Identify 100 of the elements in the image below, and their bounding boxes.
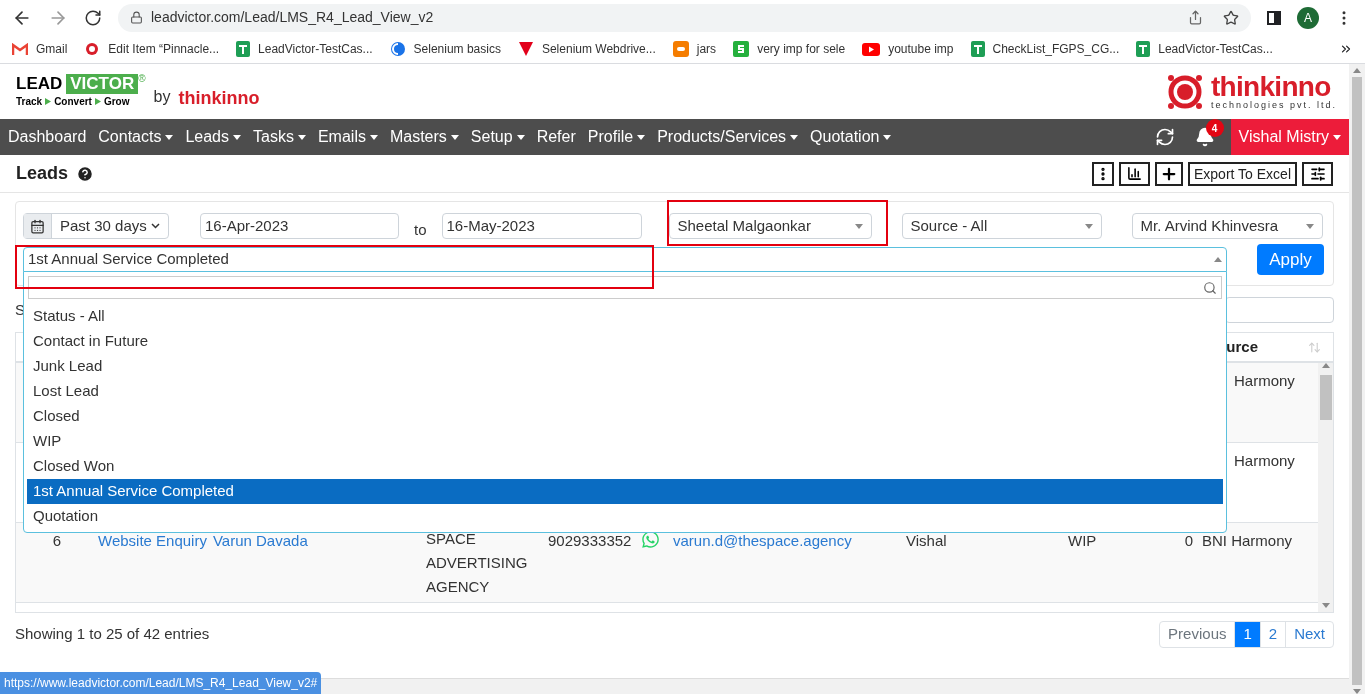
chart-button[interactable] [1119, 161, 1150, 186]
site-icon [733, 41, 750, 57]
status-select[interactable]: 1st Annual Service Completed [23, 247, 1227, 272]
bookmark[interactable]: LeadVictor-TestCas... [236, 40, 373, 58]
bookmark[interactable]: Selenium Webdrive... [517, 40, 656, 58]
sliders-icon [1309, 165, 1326, 182]
status-option[interactable]: Closed Won [27, 454, 1223, 479]
enquiry-link[interactable]: Website Enquiry [98, 530, 207, 553]
sheet-icon [236, 41, 251, 57]
caret-up-icon [1353, 68, 1361, 73]
address-bar[interactable]: leadvictor.com/Lead/LMS_R4_Lead_View_v2 [118, 3, 1251, 32]
caret-down-icon [1333, 134, 1341, 140]
nav-item[interactable]: Products/Services [657, 125, 799, 149]
table-cell-text: SPACE ADVERTISING AGENCY [426, 529, 529, 597]
status-option[interactable]: 1st Annual Service Completed [27, 479, 1223, 504]
more-button[interactable] [1092, 161, 1114, 186]
bookmark[interactable]: very imp for sele [733, 40, 846, 58]
nav-item[interactable]: Dashboard [8, 125, 87, 149]
notification-badge: 4 [1205, 119, 1224, 137]
user-select[interactable]: Sheetal Malgaonkar [668, 213, 872, 239]
add-button[interactable] [1155, 161, 1183, 186]
to-label: to [414, 219, 427, 240]
dropdown-search-field[interactable] [28, 276, 1222, 299]
company-logo: thinkinno technologies pvt. ltd. [1166, 73, 1337, 110]
nav-item[interactable]: Setup [470, 125, 525, 149]
source-select[interactable]: Source - All [901, 213, 1102, 239]
scrollbar-thumb[interactable] [1319, 375, 1332, 420]
user-menu[interactable]: Vishal Mistry [1230, 119, 1349, 155]
sheet-icon [970, 41, 985, 57]
email-link[interactable]: varun.d@thespace.agency [673, 530, 906, 553]
sheet-icon [1136, 41, 1151, 57]
nav-item[interactable]: Masters [389, 125, 459, 149]
triangle-icon [517, 41, 534, 57]
table-cell-text: Harmony [1233, 451, 1296, 471]
more-bookmarks-icon[interactable] [1339, 42, 1353, 56]
page-button[interactable]: 1 [1234, 622, 1260, 647]
mail-icon [12, 43, 28, 55]
calendar-icon [30, 218, 45, 234]
bookmark[interactable]: Edit Item “Pinnacle... [84, 40, 220, 58]
status-option[interactable]: Contact in Future [27, 329, 1223, 354]
scrollbar-thumb[interactable] [1352, 77, 1362, 685]
nav-item[interactable]: Leads [185, 125, 241, 149]
search-icon [1203, 280, 1217, 295]
chevron-down-icon [151, 223, 160, 229]
status-option[interactable]: Status - All [27, 304, 1223, 329]
nav-item[interactable]: Quotation [810, 125, 892, 149]
bar-chart-icon [1127, 166, 1142, 181]
bookmark[interactable]: jars [672, 40, 717, 58]
nav-item[interactable]: Refer [536, 125, 576, 149]
caret-down-icon [1305, 223, 1314, 229]
nav-item[interactable]: Contacts [98, 125, 174, 149]
table-cell-text: BNI Harmony [1201, 531, 1294, 551]
previous-button[interactable]: Previous [1160, 622, 1235, 647]
status-option[interactable]: Quotation [27, 504, 1223, 529]
period-select[interactable]: Past 30 days [23, 213, 169, 239]
next-button[interactable]: Next [1285, 622, 1333, 647]
profile-avatar[interactable]: A [1297, 6, 1319, 29]
caret-down-icon [854, 223, 863, 229]
entries-info: Showing 1 to 25 of 42 entries [15, 624, 210, 645]
status-option[interactable]: WIP [27, 429, 1223, 454]
bookmark[interactable]: youtube imp [862, 40, 954, 58]
export-button[interactable]: Export To Excel [1188, 161, 1297, 186]
bookmark[interactable]: Gmail [12, 40, 68, 58]
refresh-icon[interactable] [1154, 127, 1175, 147]
manager-select[interactable]: Mr. Arvind Khinvesra [1131, 213, 1323, 239]
table-cell-text: Harmony [1233, 371, 1296, 391]
caret-down-icon [1084, 223, 1093, 229]
apply-button[interactable]: Apply [1257, 244, 1324, 275]
page-scrollbar[interactable] [1349, 64, 1365, 694]
bookmark[interactable]: Selenium basics [389, 40, 501, 58]
to-date-field[interactable]: 16-May-2023 [441, 213, 642, 239]
brand-icon [84, 41, 101, 57]
nav-item[interactable]: Emails [317, 125, 378, 149]
status-option[interactable]: Lost Lead [27, 379, 1223, 404]
page-button[interactable]: 2 [1259, 622, 1286, 647]
lead-name-link[interactable]: Varun Davada [212, 530, 308, 553]
globe-icon [389, 41, 406, 57]
status-option[interactable]: Junk Lead [27, 354, 1223, 379]
status-option[interactable]: Closed [27, 404, 1223, 429]
video-icon [862, 42, 881, 56]
page-title: Leads [16, 162, 69, 185]
table-cell-text: 6 [51, 531, 63, 551]
column-header: urce [1226, 336, 1258, 357]
bookmark[interactable]: LeadVictor-TestCas... [1136, 40, 1273, 58]
from-date-field[interactable]: 16-Apr-2023 [200, 213, 399, 239]
reload-icon[interactable] [84, 8, 102, 27]
caret-up-icon [1321, 363, 1330, 368]
help-icon[interactable] [76, 164, 95, 183]
table-cell-text: 0 [1183, 531, 1193, 551]
filter-settings-button[interactable] [1302, 161, 1333, 186]
caret-down-icon [1321, 603, 1330, 608]
caret-up-icon [1214, 257, 1222, 262]
table-cell-text: 9029333352 [548, 531, 632, 551]
app-logo: LEAD VICTOR ® Track Convert Grow by thinkinno [16, 74, 260, 109]
side-panel-icon[interactable] [1267, 10, 1281, 25]
link-status-tooltip: https://www.leadvictor.com/Lead/LMS_R4_Lead_View_v2# [0, 672, 322, 694]
nav-item[interactable]: Profile [587, 125, 646, 149]
table-scrollbar[interactable] [1318, 363, 1333, 612]
bookmark[interactable]: CheckList_FGPS_CG... [970, 40, 1120, 58]
nav-item[interactable]: Tasks [253, 125, 306, 149]
